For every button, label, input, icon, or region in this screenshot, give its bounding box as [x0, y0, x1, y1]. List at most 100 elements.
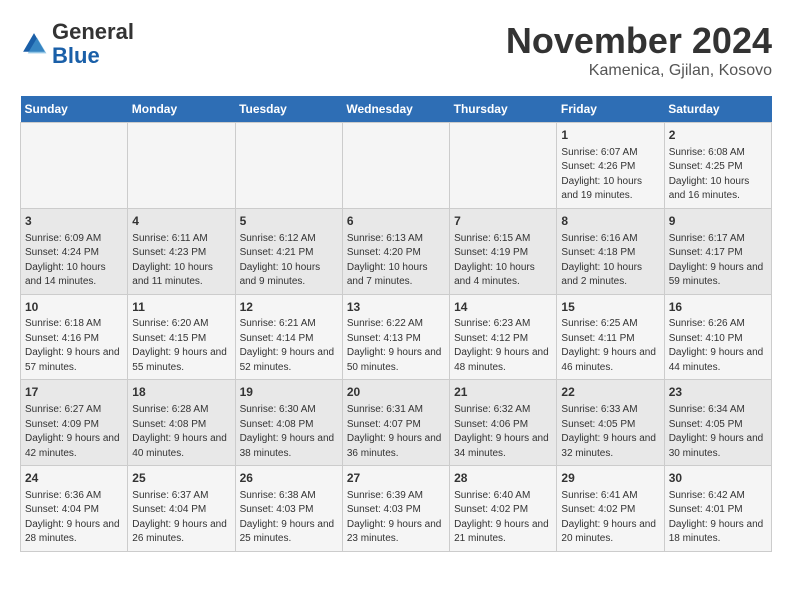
day-number: 10 [25, 299, 123, 316]
logo-icon [20, 30, 48, 58]
day-number: 26 [240, 470, 338, 487]
day-number: 2 [669, 127, 767, 144]
day-info: Sunrise: 6:25 AMSunset: 4:11 PMDaylight:… [561, 317, 659, 375]
calendar-cell [21, 123, 128, 209]
page-subtitle: Kamenica, Gjilan, Kosovo [506, 62, 772, 80]
calendar-cell: 4 Sunrise: 6:11 AMSunset: 4:23 PMDaylight… [128, 208, 235, 294]
day-number: 24 [25, 470, 123, 487]
day-info: Sunrise: 6:33 AMSunset: 4:05 PMDaylight:… [561, 403, 659, 461]
day-info: Sunrise: 6:38 AMSunset: 4:03 PMDaylight:… [240, 489, 338, 547]
calendar-cell: 18 Sunrise: 6:28 AMSunset: 4:08 PMDayligh… [128, 380, 235, 466]
calendar-week-4: 17Sunrise: 6:27 AMSunset: 4:09 PMDayligh… [21, 380, 772, 466]
calendar-cell: 24 Sunrise: 6:36 AMSunset: 4:04 PMDayligh… [21, 466, 128, 552]
day-info: Sunrise: 6:36 AMSunset: 4:04 PMDaylight:… [25, 489, 123, 547]
calendar-cell: 21 Sunrise: 6:32 AMSunset: 4:06 PMDayligh… [450, 380, 557, 466]
title-block: November 2024 Kamenica, Gjilan, Kosovo [506, 20, 772, 80]
day-info: Sunrise: 6:21 AMSunset: 4:14 PMDaylight:… [240, 317, 338, 375]
calendar-cell: 23Sunrise: 6:34 AMSunset: 4:05 PMDayligh… [664, 380, 771, 466]
calendar-cell: 15Sunrise: 6:25 AMSunset: 4:11 PMDayligh… [557, 294, 664, 380]
day-number: 17 [25, 384, 123, 401]
day-number: 22 [561, 384, 659, 401]
day-number: 15 [561, 299, 659, 316]
calendar-cell [128, 123, 235, 209]
calendar-cell: 13Sunrise: 6:22 AMSunset: 4:13 PMDayligh… [342, 294, 449, 380]
logo-blue-text: Blue [52, 43, 100, 68]
calendar-cell [450, 123, 557, 209]
day-number: 7 [454, 213, 552, 230]
day-info: Sunrise: 6:07 AMSunset: 4:26 PMDaylight:… [561, 146, 659, 204]
day-info: Sunrise: 6:41 AMSunset: 4:02 PMDaylight:… [561, 489, 659, 547]
calendar-cell: 14Sunrise: 6:23 AMSunset: 4:12 PMDayligh… [450, 294, 557, 380]
day-info: Sunrise: 6:11 AMSunset: 4:23 PMDaylight:… [132, 232, 230, 290]
header-thursday: Thursday [450, 96, 557, 123]
calendar-cell: 20 Sunrise: 6:31 AMSunset: 4:07 PMDayligh… [342, 380, 449, 466]
calendar-cell: 10Sunrise: 6:18 AMSunset: 4:16 PMDayligh… [21, 294, 128, 380]
calendar-cell: 12Sunrise: 6:21 AMSunset: 4:14 PMDayligh… [235, 294, 342, 380]
day-number: 21 [454, 384, 552, 401]
calendar-table: SundayMondayTuesdayWednesdayThursdayFrid… [20, 96, 772, 552]
day-info: Sunrise: 6:34 AMSunset: 4:05 PMDaylight:… [669, 403, 767, 461]
day-number: 27 [347, 470, 445, 487]
day-info: Sunrise: 6:22 AMSunset: 4:13 PMDaylight:… [347, 317, 445, 375]
calendar-cell [235, 123, 342, 209]
day-number: 5 [240, 213, 338, 230]
calendar-cell: 11Sunrise: 6:20 AMSunset: 4:15 PMDayligh… [128, 294, 235, 380]
day-info: Sunrise: 6:31 AMSunset: 4:07 PMDaylight:… [347, 403, 445, 461]
day-number: 13 [347, 299, 445, 316]
day-number: 30 [669, 470, 767, 487]
day-info: Sunrise: 6:28 AMSunset: 4:08 PMDaylight:… [132, 403, 230, 461]
day-number: 16 [669, 299, 767, 316]
day-info: Sunrise: 6:26 AMSunset: 4:10 PMDaylight:… [669, 317, 767, 375]
calendar-cell: 19Sunrise: 6:30 AMSunset: 4:08 PMDayligh… [235, 380, 342, 466]
day-number: 8 [561, 213, 659, 230]
day-info: Sunrise: 6:37 AMSunset: 4:04 PMDaylight:… [132, 489, 230, 547]
logo: General Blue [20, 20, 134, 68]
calendar-cell: 22 Sunrise: 6:33 AMSunset: 4:05 PMDayligh… [557, 380, 664, 466]
calendar-cell: 26 Sunrise: 6:38 AMSunset: 4:03 PMDayligh… [235, 466, 342, 552]
day-number: 25 [132, 470, 230, 487]
calendar-cell: 27 Sunrise: 6:39 AMSunset: 4:03 PMDayligh… [342, 466, 449, 552]
calendar-cell: 29 Sunrise: 6:41 AMSunset: 4:02 PMDayligh… [557, 466, 664, 552]
day-info: Sunrise: 6:16 AMSunset: 4:18 PMDaylight:… [561, 232, 659, 290]
day-info: Sunrise: 6:18 AMSunset: 4:16 PMDaylight:… [25, 317, 123, 375]
day-info: Sunrise: 6:17 AMSunset: 4:17 PMDaylight:… [669, 232, 767, 290]
page-title: November 2024 [506, 20, 772, 62]
calendar-cell: 8 Sunrise: 6:16 AMSunset: 4:18 PMDaylight… [557, 208, 664, 294]
calendar-week-2: 3 Sunrise: 6:09 AMSunset: 4:24 PMDaylight… [21, 208, 772, 294]
day-info: Sunrise: 6:13 AMSunset: 4:20 PMDaylight:… [347, 232, 445, 290]
calendar-header-row: SundayMondayTuesdayWednesdayThursdayFrid… [21, 96, 772, 123]
day-number: 11 [132, 299, 230, 316]
day-number: 20 [347, 384, 445, 401]
day-number: 3 [25, 213, 123, 230]
calendar-cell: 7 Sunrise: 6:15 AMSunset: 4:19 PMDaylight… [450, 208, 557, 294]
calendar-cell: 2 Sunrise: 6:08 AMSunset: 4:25 PMDaylight… [664, 123, 771, 209]
day-info: Sunrise: 6:20 AMSunset: 4:15 PMDaylight:… [132, 317, 230, 375]
day-info: Sunrise: 6:08 AMSunset: 4:25 PMDaylight:… [669, 146, 767, 204]
header-friday: Friday [557, 96, 664, 123]
day-number: 4 [132, 213, 230, 230]
day-info: Sunrise: 6:32 AMSunset: 4:06 PMDaylight:… [454, 403, 552, 461]
calendar-cell: 30 Sunrise: 6:42 AMSunset: 4:01 PMDayligh… [664, 466, 771, 552]
calendar-cell: 3 Sunrise: 6:09 AMSunset: 4:24 PMDaylight… [21, 208, 128, 294]
day-info: Sunrise: 6:09 AMSunset: 4:24 PMDaylight:… [25, 232, 123, 290]
calendar-cell: 25 Sunrise: 6:37 AMSunset: 4:04 PMDayligh… [128, 466, 235, 552]
day-number: 19 [240, 384, 338, 401]
day-number: 18 [132, 384, 230, 401]
calendar-cell: 6Sunrise: 6:13 AMSunset: 4:20 PMDaylight… [342, 208, 449, 294]
calendar-cell: 16Sunrise: 6:26 AMSunset: 4:10 PMDayligh… [664, 294, 771, 380]
day-number: 14 [454, 299, 552, 316]
day-number: 9 [669, 213, 767, 230]
logo-general-text: General [52, 19, 134, 44]
day-number: 29 [561, 470, 659, 487]
header-sunday: Sunday [21, 96, 128, 123]
header-monday: Monday [128, 96, 235, 123]
day-info: Sunrise: 6:39 AMSunset: 4:03 PMDaylight:… [347, 489, 445, 547]
calendar-week-1: 1Sunrise: 6:07 AMSunset: 4:26 PMDaylight… [21, 123, 772, 209]
day-info: Sunrise: 6:42 AMSunset: 4:01 PMDaylight:… [669, 489, 767, 547]
day-info: Sunrise: 6:40 AMSunset: 4:02 PMDaylight:… [454, 489, 552, 547]
calendar-week-3: 10Sunrise: 6:18 AMSunset: 4:16 PMDayligh… [21, 294, 772, 380]
day-info: Sunrise: 6:15 AMSunset: 4:19 PMDaylight:… [454, 232, 552, 290]
page-header: General Blue November 2024 Kamenica, Gji… [20, 20, 772, 80]
calendar-cell: 5Sunrise: 6:12 AMSunset: 4:21 PMDaylight… [235, 208, 342, 294]
day-number: 12 [240, 299, 338, 316]
